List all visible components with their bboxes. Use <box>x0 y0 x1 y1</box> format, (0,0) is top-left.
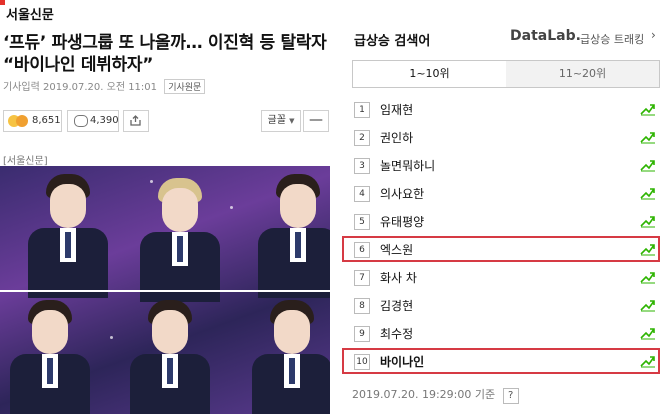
rank-keyword[interactable]: 임재현 <box>380 101 413 118</box>
comment-bubble-icon <box>74 115 88 127</box>
trend-up-icon[interactable] <box>640 298 656 312</box>
rank-item[interactable]: 8 김경현 <box>342 292 660 320</box>
trend-up-icon[interactable] <box>640 354 656 368</box>
help-icon[interactable]: ? <box>502 388 519 404</box>
rank-keyword[interactable]: 김경현 <box>380 297 413 314</box>
rank-item[interactable]: 2 권인하 <box>342 124 660 152</box>
portrait-1 <box>28 174 108 298</box>
rank-number: 1 <box>354 102 370 118</box>
font-label: 글꼴 <box>267 115 286 126</box>
article-headline: ‘프듀’ 파생그룹 또 나올까… 이진혁 등 탈락자 “바이나인 데뷔하자” <box>3 32 329 76</box>
rank-keyword[interactable]: 권인하 <box>380 129 413 146</box>
publisher-bar: 서울신문 <box>0 0 330 24</box>
portrait-2 <box>140 178 220 302</box>
trend-up-icon[interactable] <box>640 130 656 144</box>
font-size-button[interactable]: 글꼴 ▼ <box>261 110 301 132</box>
comment-count: 4,390 <box>90 115 119 126</box>
trend-up-icon[interactable] <box>640 158 656 172</box>
datalab-logo[interactable]: DataLab. <box>510 28 581 44</box>
realtime-search-panel: 급상승 검색어 DataLab. 급상승 트래킹 › 1~10위 11~20위 … <box>342 0 660 414</box>
trend-tracking-link[interactable]: 급상승 트래킹 <box>580 31 644 47</box>
publisher-mark <box>0 0 5 5</box>
article-photo[interactable] <box>0 166 330 414</box>
rank-item-highlighted[interactable]: 10 바이나인 <box>342 348 660 376</box>
meta-prefix: 기사입력 <box>3 82 40 93</box>
rank-number: 8 <box>354 298 370 314</box>
rank-keyword[interactable]: 엑스원 <box>380 241 413 258</box>
tab-rank-1-10[interactable]: 1~10위 <box>353 61 507 87</box>
article-panel: 서울신문 ‘프듀’ 파생그룹 또 나올까… 이진혁 등 탈락자 “바이나인 데뷔… <box>0 0 330 414</box>
wow-emoji-icon <box>16 115 28 127</box>
rank-number: 4 <box>354 186 370 202</box>
sparkle-decoration <box>110 336 113 339</box>
rank-tabs: 1~10위 11~20위 <box>352 60 660 88</box>
rank-number: 5 <box>354 214 370 230</box>
realtime-title: 급상승 검색어 <box>354 34 431 49</box>
article-toolbar: 8,651 4,390 글꼴 ▼ — <box>3 110 329 132</box>
portrait-3 <box>258 174 330 298</box>
rank-item[interactable]: 3 놀면뭐하니 <box>342 152 660 180</box>
rank-keyword[interactable]: 유태평양 <box>380 213 424 230</box>
rank-number: 6 <box>354 242 370 258</box>
reaction-button[interactable]: 8,651 <box>3 110 62 132</box>
publisher-name[interactable]: 서울신문 <box>6 4 54 23</box>
chevron-down-icon: ▼ <box>289 117 295 125</box>
rank-keyword[interactable]: 최수정 <box>380 325 413 342</box>
portrait-4 <box>10 300 90 414</box>
headline-line-2: “바이나인 데뷔하자” <box>3 55 154 75</box>
trend-up-icon[interactable] <box>640 214 656 228</box>
collapse-button[interactable]: — <box>303 110 329 132</box>
reaction-count: 8,651 <box>32 115 61 126</box>
original-article-link[interactable]: 기사원문 <box>164 79 206 94</box>
trend-up-icon[interactable] <box>640 242 656 256</box>
photo-divider <box>0 290 330 292</box>
rank-item-highlighted[interactable]: 6 엑스원 <box>342 236 660 264</box>
sparkle-decoration <box>230 206 233 209</box>
headline-line-1: ‘프듀’ 파생그룹 또 나올까… 이진혁 등 탈락자 <box>3 33 327 53</box>
rank-number: 10 <box>354 354 370 370</box>
chevron-right-icon[interactable]: › <box>651 28 656 42</box>
rank-number: 3 <box>354 158 370 174</box>
trend-up-icon[interactable] <box>640 102 656 116</box>
trend-up-icon[interactable] <box>640 326 656 340</box>
ranking-timestamp: 2019.07.20. 19:29:00 기준 ? <box>352 386 519 404</box>
share-icon <box>130 115 141 126</box>
trend-up-icon[interactable] <box>640 270 656 284</box>
timestamp-text: 2019.07.20. 19:29:00 기준 <box>352 388 496 401</box>
rank-number: 2 <box>354 130 370 146</box>
rank-number: 9 <box>354 326 370 342</box>
portrait-5 <box>130 300 210 414</box>
rank-keyword[interactable]: 화사 차 <box>380 269 417 286</box>
rank-keyword[interactable]: 놀면뭐하니 <box>380 157 435 174</box>
portrait-6 <box>252 300 330 414</box>
tab-rank-11-20[interactable]: 11~20위 <box>506 61 659 87</box>
share-button[interactable] <box>123 110 149 132</box>
rank-keyword[interactable]: 의사요한 <box>380 185 424 202</box>
meta-time: 2019.07.20. 오전 11:01 <box>43 82 158 93</box>
rank-number: 7 <box>354 270 370 286</box>
rank-item[interactable]: 4 의사요한 <box>342 180 660 208</box>
article-meta: 기사입력 2019.07.20. 오전 11:01 기사원문 <box>3 78 206 94</box>
rank-item[interactable]: 7 화사 차 <box>342 264 660 292</box>
photo-caption: [서울신문] <box>3 156 48 167</box>
rank-item[interactable]: 5 유태평양 <box>342 208 660 236</box>
rank-item[interactable]: 9 최수정 <box>342 320 660 348</box>
rank-item[interactable]: 1 임재현 <box>342 96 660 124</box>
rank-keyword[interactable]: 바이나인 <box>380 353 424 370</box>
trend-up-icon[interactable] <box>640 186 656 200</box>
comment-button[interactable]: 4,390 <box>67 110 119 132</box>
